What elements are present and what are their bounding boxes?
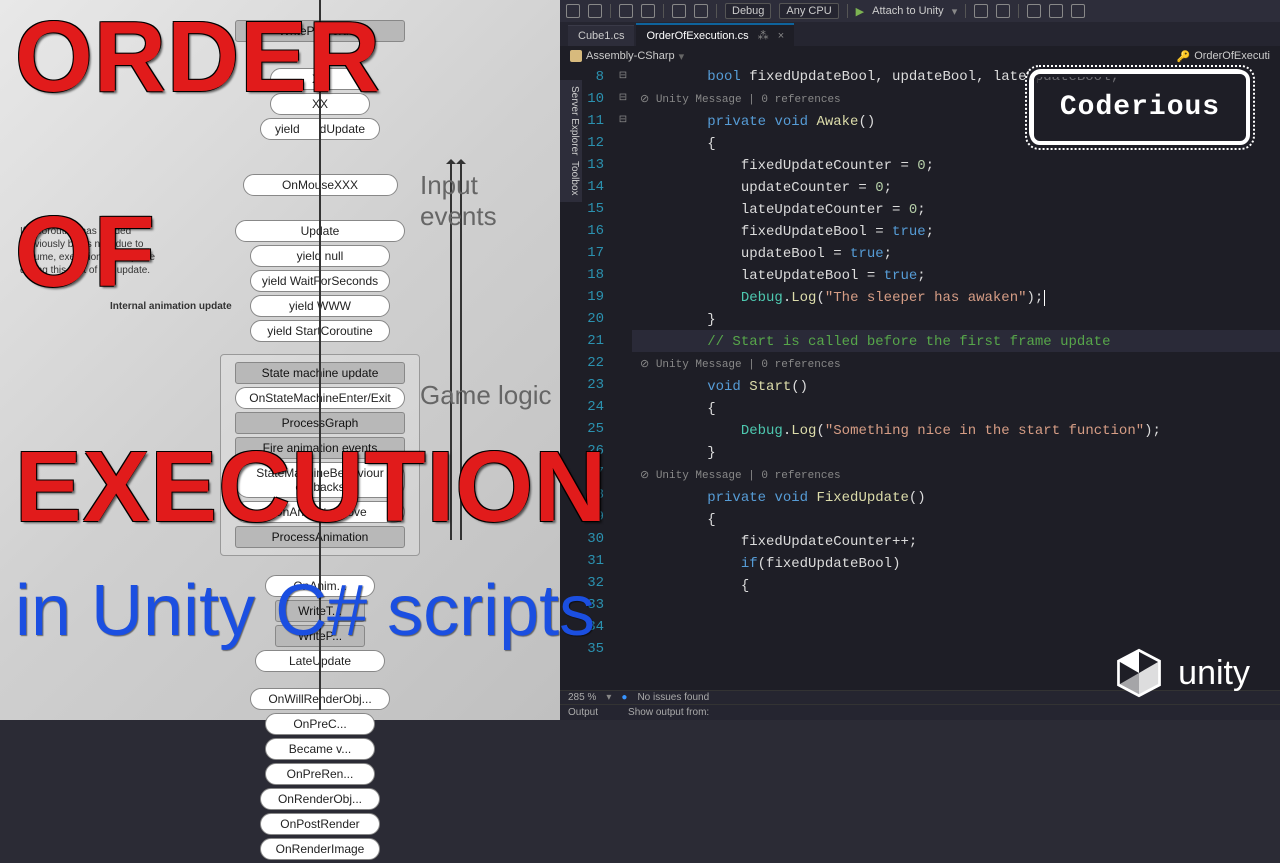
label-game-logic: Game logic (420, 380, 552, 411)
tool-icon-2[interactable] (996, 4, 1010, 18)
unity-cube-icon (1112, 646, 1166, 700)
unity-logo: unity (1112, 646, 1250, 700)
nav-back-icon[interactable] (566, 4, 580, 18)
zoom-level[interactable]: 285 % (568, 692, 596, 703)
tool-icon-5[interactable] (1071, 4, 1085, 18)
tool-icon-3[interactable] (1027, 4, 1041, 18)
play-icon[interactable]: ▶ (856, 5, 864, 18)
tab-orderofexecution[interactable]: OrderOfExecution.cs ⁂ × (636, 23, 794, 46)
attach-button[interactable]: Attach to Unity (872, 5, 944, 17)
crumb-class[interactable]: OrderOfExecuti (1194, 50, 1270, 62)
close-icon[interactable]: ⁂ (758, 30, 769, 42)
redo-icon[interactable] (694, 4, 708, 18)
output-label: Output (568, 707, 598, 718)
title-execution: EXECUTION (15, 440, 607, 535)
save-all-icon[interactable] (641, 4, 655, 18)
assembly-icon (570, 50, 582, 62)
side-tab-server-explorer[interactable]: Server Explorer Toolbox (560, 80, 582, 202)
title-subtitle: in Unity C# scripts (15, 570, 595, 652)
config-dropdown[interactable]: Debug (725, 3, 771, 19)
title-of: OF (15, 205, 156, 300)
label-input-events: Input events (420, 170, 560, 232)
undo-icon[interactable] (672, 4, 686, 18)
show-output-from: Show output from: (628, 707, 709, 718)
vs-toolbar: Debug Any CPU ▶ Attach to Unity ▾ (560, 0, 1280, 22)
node-render-2: Became v... (265, 738, 375, 760)
node-render-3: OnPreRen... (265, 763, 375, 785)
tab-cube1[interactable]: Cube1.cs (568, 25, 634, 46)
issues-label[interactable]: No issues found (637, 692, 709, 703)
close-tab-icon[interactable]: × (778, 30, 784, 42)
tool-icon-4[interactable] (1049, 4, 1063, 18)
nav-fwd-icon[interactable] (588, 4, 602, 18)
tool-icon-1[interactable] (974, 4, 988, 18)
node-render-1: OnPreC... (265, 713, 375, 735)
tab-strip: Cube1.cs OrderOfExecution.cs ⁂ × (560, 22, 1280, 46)
platform-dropdown[interactable]: Any CPU (779, 3, 838, 19)
save-icon[interactable] (619, 4, 633, 18)
crumb-assembly[interactable]: Assembly-CSharp (586, 50, 675, 62)
code-editor[interactable]: 8101112131415161718192021222324252627282… (560, 66, 1280, 690)
node-render-5: OnPostRender (260, 813, 380, 835)
title-order: ORDER (15, 10, 381, 105)
coderious-logo: Coderious (1030, 70, 1250, 145)
breadcrumb: Assembly-CSharp ▾ 🔑 OrderOfExecuti (560, 46, 1280, 66)
node-render-4: OnRenderObj... (260, 788, 380, 810)
node-render-6: OnRenderImage (260, 838, 380, 860)
